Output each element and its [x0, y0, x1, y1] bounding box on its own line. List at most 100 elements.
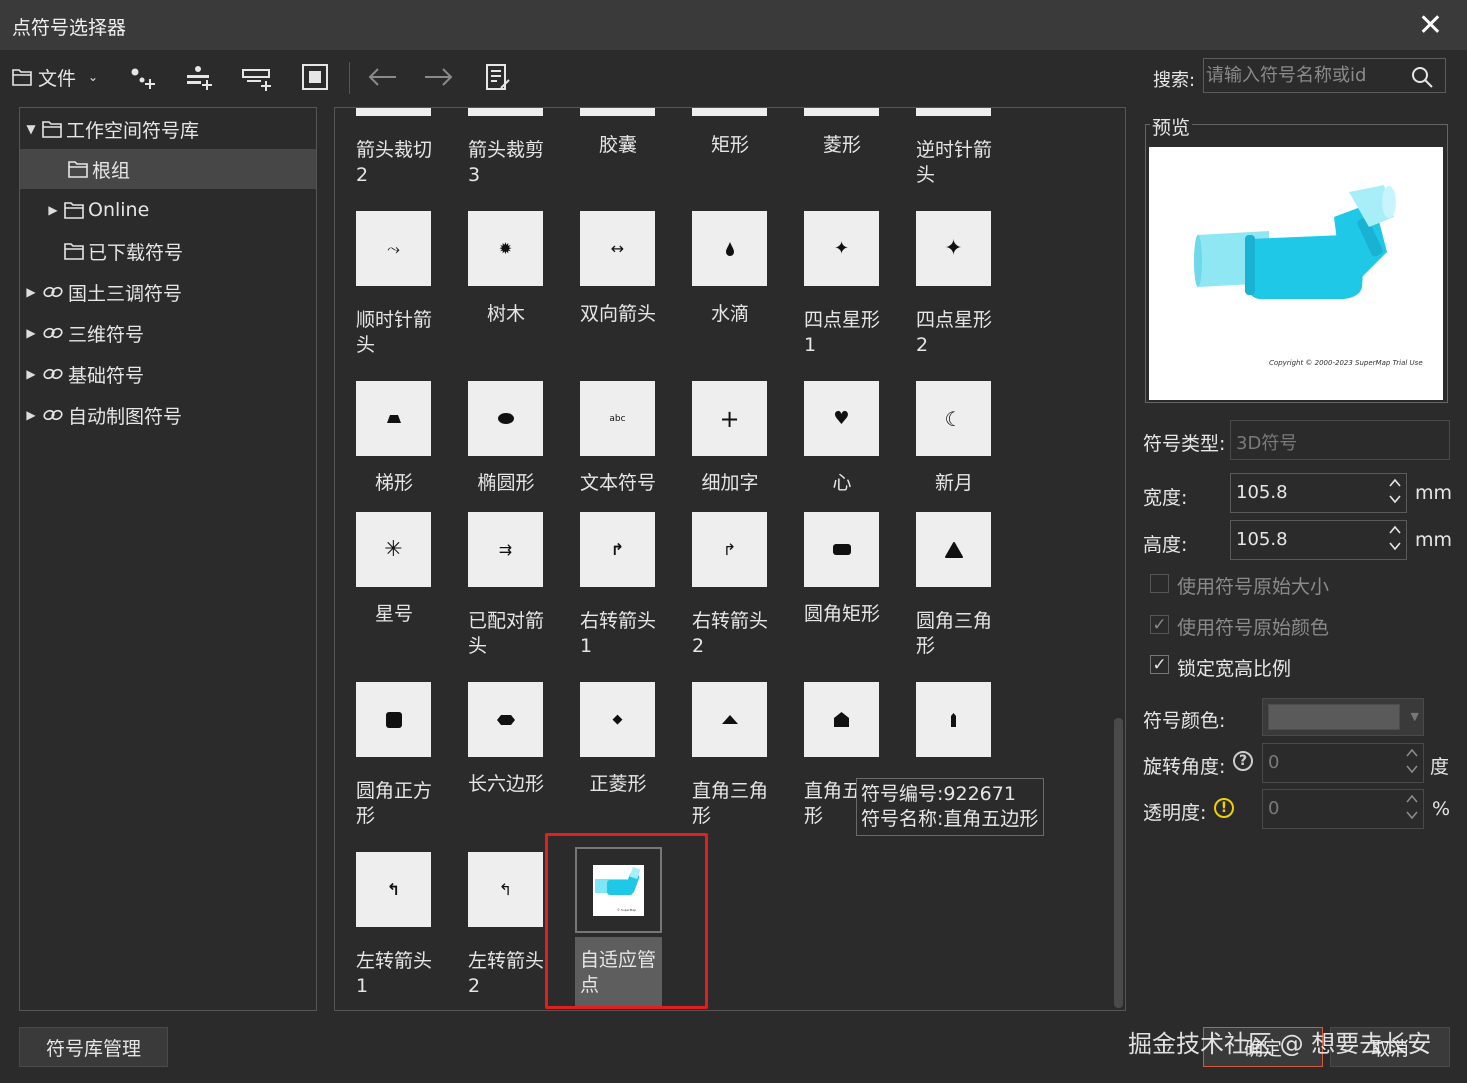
- symbol-label: 新月: [934, 472, 973, 494]
- add-library-button[interactable]: [241, 62, 273, 92]
- symbol-paired-arrow[interactable]: ⇉: [468, 512, 543, 587]
- symbol-left-turn-arrow-2[interactable]: ↰: [468, 852, 543, 927]
- tree-node-basic-symbols[interactable]: ▶ 基础符号: [20, 354, 316, 394]
- search-icon[interactable]: [1411, 66, 1433, 92]
- symbol-thumbnail[interactable]: [356, 108, 431, 116]
- add-group-button[interactable]: [184, 62, 214, 92]
- opacity-stepper[interactable]: 0: [1262, 789, 1424, 829]
- water-drop-icon: [725, 241, 734, 256]
- tree-node-label: 根组: [92, 159, 131, 182]
- expanded-arrow-icon[interactable]: ▼: [24, 122, 38, 136]
- chevron-down-icon: ⌄: [88, 70, 99, 84]
- help-icon[interactable]: ?: [1233, 751, 1253, 771]
- symbol-thumbnail[interactable]: [692, 108, 767, 116]
- symbol-four-point-star-2[interactable]: ✦: [916, 211, 991, 286]
- preview-panel: 预览 Copyright © 2000-2023 SuperMap Trial …: [1145, 113, 1448, 403]
- trapezoid-icon: [386, 414, 401, 423]
- symbol-label: 右转箭头 1: [580, 610, 657, 657]
- chevron-up-icon: [1389, 525, 1401, 534]
- tree-node-workspace-library[interactable]: ▼ 工作空间符号库: [20, 109, 316, 149]
- spin-buttons[interactable]: [1405, 747, 1419, 775]
- search-input[interactable]: [1206, 61, 1406, 89]
- symbol-rounded-square[interactable]: [356, 682, 431, 757]
- grid-scrollbar[interactable]: [1112, 108, 1125, 1010]
- symbol-left-turn-arrow-1[interactable]: ↰: [356, 852, 431, 927]
- symbol-label: 细加字: [701, 472, 759, 494]
- collapsed-arrow-icon[interactable]: ▶: [46, 203, 60, 217]
- symbol-water-drop[interactable]: [692, 211, 767, 286]
- tree-node-root-group[interactable]: 根组: [20, 149, 316, 189]
- symbol-thin-cross[interactable]: +: [692, 381, 767, 456]
- warning-icon[interactable]: !: [1214, 798, 1234, 818]
- symbol-narrow[interactable]: [916, 682, 991, 757]
- width-stepper[interactable]: 105.8: [1230, 473, 1407, 513]
- symbol-crescent[interactable]: ☾: [916, 381, 991, 456]
- symbol-thumbnail[interactable]: [468, 108, 543, 116]
- fit-view-button[interactable]: [300, 62, 330, 92]
- diamond-icon: ◆: [612, 712, 623, 727]
- folder-icon: [64, 242, 84, 260]
- symbol-rounded-rectangle[interactable]: [804, 512, 879, 587]
- tree-node-auto-mapping[interactable]: ▶ 自动制图符号: [20, 395, 316, 435]
- tree-node-land-survey[interactable]: ▶ 国土三调符号: [20, 272, 316, 312]
- rotation-stepper[interactable]: 0: [1262, 743, 1424, 783]
- chevron-down-icon: [1406, 765, 1418, 774]
- collapsed-arrow-icon[interactable]: ▶: [24, 367, 38, 381]
- back-button[interactable]: [366, 62, 398, 92]
- preview-legend: 预览: [1150, 113, 1193, 140]
- symbol-trapezoid[interactable]: [356, 381, 431, 456]
- collapsed-arrow-icon[interactable]: ▶: [24, 326, 38, 340]
- symbol-rounded-triangle[interactable]: [916, 512, 991, 587]
- collapsed-arrow-icon[interactable]: ▶: [24, 408, 38, 422]
- use-original-size-checkbox[interactable]: [1150, 574, 1169, 593]
- symbol-label: 心: [832, 472, 852, 494]
- file-menu-button[interactable]: 文件 ⌄: [12, 62, 98, 92]
- symbol-diamond[interactable]: ◆: [580, 682, 655, 757]
- symbol-label: 胶囊: [598, 134, 637, 156]
- use-original-color-checkbox[interactable]: ✓: [1150, 615, 1169, 635]
- symbol-label: 星号: [374, 603, 413, 625]
- edit-symbol-button[interactable]: [483, 62, 513, 92]
- opacity-label: 透明度:: [1143, 802, 1207, 824]
- symbol-right-pentagon[interactable]: [804, 682, 879, 757]
- rounded-rectangle-icon: [832, 544, 851, 555]
- lock-aspect-ratio-checkbox[interactable]: ✓: [1150, 655, 1169, 675]
- chevron-down-icon: [1389, 542, 1401, 551]
- symbol-right-turn-arrow-1[interactable]: ↱: [580, 512, 655, 587]
- height-stepper[interactable]: 105.8: [1230, 520, 1407, 560]
- symbol-label: 梯形: [374, 472, 413, 494]
- tree-node-online[interactable]: ▶ Online: [20, 190, 316, 230]
- scrollbar-thumb[interactable]: [1114, 718, 1123, 1008]
- symbol-thumbnail[interactable]: [580, 108, 655, 116]
- library-manage-button[interactable]: 符号库管理: [19, 1027, 168, 1067]
- symbol-right-triangle[interactable]: [692, 682, 767, 757]
- spin-buttons[interactable]: [1388, 477, 1402, 505]
- symbol-long-hexagon[interactable]: [468, 682, 543, 757]
- add-point-symbol-button[interactable]: [128, 62, 158, 92]
- spin-buttons[interactable]: [1405, 793, 1419, 821]
- symbol-label: 双向箭头: [579, 303, 656, 325]
- symbol-text[interactable]: abc: [580, 381, 655, 456]
- collapsed-arrow-icon[interactable]: ▶: [24, 285, 38, 299]
- pentagon-icon: [834, 712, 849, 727]
- symbol-thumbnail[interactable]: [804, 108, 879, 116]
- arrow-left-icon: [368, 68, 396, 86]
- symbol-four-point-star-1[interactable]: ✦: [804, 211, 879, 286]
- symbol-label: 四点星形 2: [916, 309, 993, 356]
- symbol-color-picker[interactable]: ▼: [1262, 698, 1424, 736]
- symbol-asterisk[interactable]: ✳: [356, 512, 431, 587]
- symbol-thumbnail[interactable]: [916, 108, 991, 116]
- symbol-tree[interactable]: ✹: [468, 211, 543, 286]
- symbol-double-arrow[interactable]: ↔: [580, 211, 655, 286]
- symbol-right-turn-arrow-2[interactable]: ↱: [692, 512, 767, 587]
- symbol-heart[interactable]: ♥: [804, 381, 879, 456]
- close-button[interactable]: ✕: [1418, 8, 1443, 43]
- tree-node-3d-symbols[interactable]: ▶ 三维符号: [20, 313, 316, 353]
- tree-node-downloaded[interactable]: 已下载符号: [20, 231, 316, 271]
- plus-icon: +: [719, 404, 740, 433]
- symbol-ellipse[interactable]: [468, 381, 543, 456]
- spin-buttons[interactable]: [1388, 524, 1402, 552]
- symbol-clockwise-arrow[interactable]: ⤳: [356, 211, 431, 286]
- forward-button[interactable]: [423, 62, 455, 92]
- tree-node-label: 三维符号: [68, 323, 145, 346]
